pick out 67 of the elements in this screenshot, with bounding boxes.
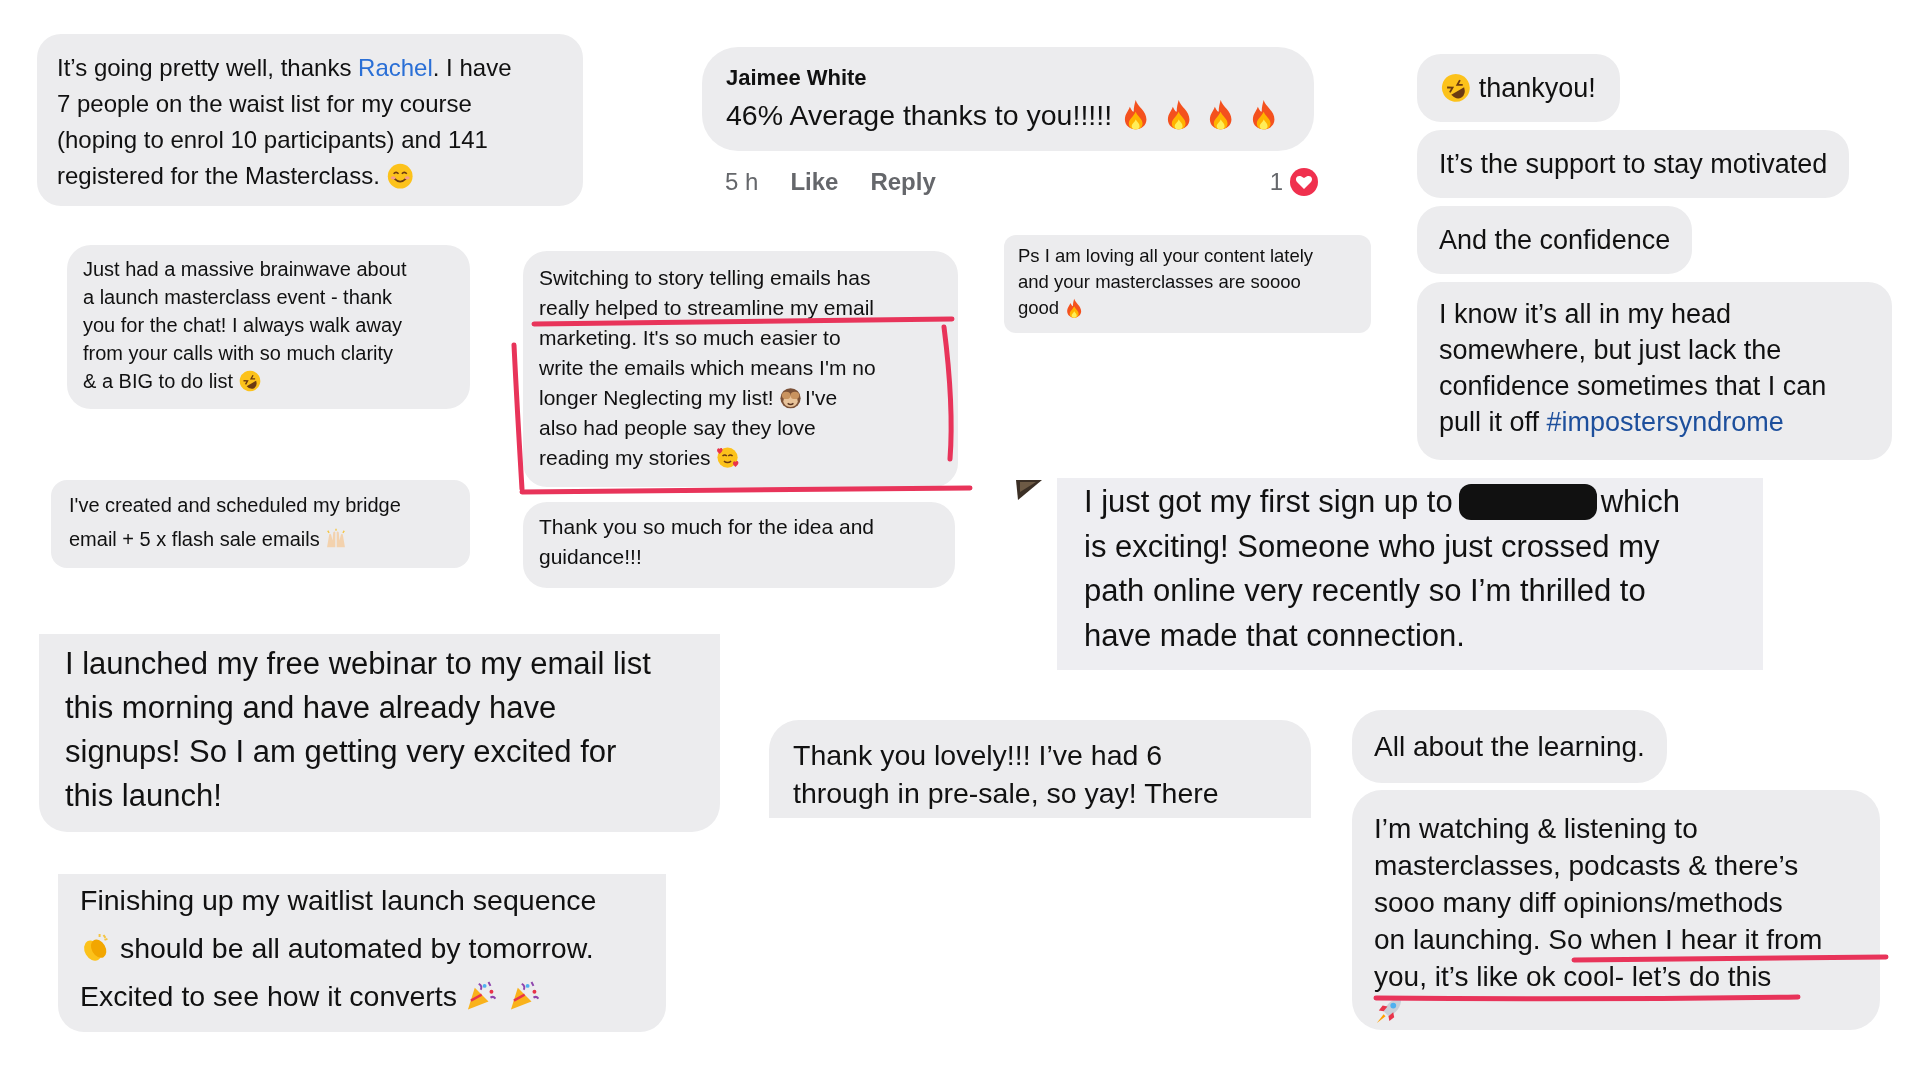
hashtag-link[interactable]: #impostersyndrome — [1546, 407, 1784, 437]
message-text: I've created and scheduled my bridge — [69, 493, 401, 518]
message-text: registered for the Masterclass. — [57, 161, 380, 191]
mention-link[interactable]: Rachel — [358, 54, 433, 81]
message-text: really helped to streamline my email — [539, 295, 874, 321]
author-name: Jaimee White — [726, 65, 867, 90]
message-text: I've — [805, 385, 838, 411]
avatar-icon — [1016, 480, 1042, 502]
message-text: Switching to story telling emails has — [539, 265, 871, 291]
message-text: this launch! — [65, 777, 222, 815]
message-text: on launching. So when I hear it from — [1374, 923, 1823, 957]
message-text: somewhere, but just lack the — [1439, 334, 1782, 367]
message-text: write the emails which means I'm no — [539, 355, 876, 381]
message-text: pull it off #impostersyndrome — [1439, 406, 1784, 439]
message-text: you for the chat! I always walk away — [83, 313, 403, 338]
laughing-face-icon — [238, 370, 261, 392]
message-text: which — [1600, 483, 1680, 521]
message-text: this morning and have already have — [65, 689, 557, 727]
message-text: And the confidence — [1439, 224, 1671, 257]
message-text: reading my stories — [539, 445, 711, 471]
reaction-count: 1 — [1269, 167, 1283, 197]
party-popper-icon — [465, 980, 497, 1012]
message-text: a launch masterclass event - thank — [83, 285, 393, 310]
message-text: I’m watching & listening to — [1374, 812, 1698, 846]
message-text: I launched my free webinar to my email list — [65, 645, 651, 683]
message-text: is exciting! Someone who just crossed my — [1084, 527, 1660, 566]
message-text: you, it’s like ok cool- let’s do this — [1374, 960, 1772, 994]
message-text: sooo many diff opinions/methods — [1374, 886, 1783, 920]
message-text: masterclasses, podcasts & there’s — [1374, 849, 1799, 883]
message-text: and your masterclasses are soooo — [1018, 270, 1301, 294]
comment-time: 5 h — [725, 167, 759, 197]
smiley-icon — [386, 162, 413, 190]
message-text: 46% Average thanks to you!!!!! — [726, 98, 1113, 133]
message-text: It’s the support to stay motivated — [1439, 148, 1828, 181]
message-text: Excited to see how it converts — [80, 979, 457, 1014]
message-text: Thank you so much for the idea and — [539, 514, 875, 540]
message-text: have made that connection. — [1084, 616, 1465, 655]
comment-action-link[interactable]: Like — [790, 164, 839, 200]
message-text: It’s going pretty well, thanks Rachel. I have — [57, 53, 512, 83]
message-text: & a BIG to do list — [83, 369, 234, 394]
message-text: also had people say they love — [539, 415, 816, 441]
message-text: thankyou! — [1478, 72, 1596, 105]
message-text: email + 5 x flash sale emails — [69, 527, 320, 552]
raised-hands-icon — [325, 528, 348, 550]
message-text: (hoping to enrol 10 participants) and 141 — [57, 125, 488, 155]
laughing-face-icon — [1441, 73, 1471, 103]
message-text: from your calls with so much clarity — [83, 341, 394, 366]
message-text: I just got my first sign up to — [1084, 483, 1453, 521]
monkey-icon — [779, 386, 803, 410]
message-text: Thank you lovely!!! I’ve had 6 — [793, 738, 1163, 773]
message-text: guidance!!! — [539, 544, 642, 570]
message-text: should be all automated by tomorrow. — [119, 931, 594, 966]
message-text: good — [1018, 296, 1060, 320]
message-text: marketing. It's so much easier to — [539, 325, 841, 351]
message-text: All about the learning. — [1374, 730, 1645, 764]
message-text: path online very recently so I’m thrilled to — [1084, 572, 1646, 610]
message-text: Finishing up my waitlist launch sequence — [80, 883, 597, 918]
message-text: longer Neglecting my list! — [539, 385, 774, 411]
message-text: Ps I am loving all your content lately — [1018, 244, 1314, 268]
message-text: Just had a massive brainwave about — [83, 257, 407, 282]
message-text: through in pre-sale, so yay! There — [793, 776, 1219, 811]
message-text: confidence sometimes that I can — [1439, 370, 1827, 403]
message-text: 7 people on the waist list for my course — [57, 89, 472, 119]
smiley-icon — [716, 446, 740, 470]
message-text: I know it’s all in my head — [1439, 298, 1732, 331]
comment-action-link[interactable]: Reply — [870, 164, 936, 200]
message-text: signups! So I am getting very excited for — [65, 733, 617, 771]
